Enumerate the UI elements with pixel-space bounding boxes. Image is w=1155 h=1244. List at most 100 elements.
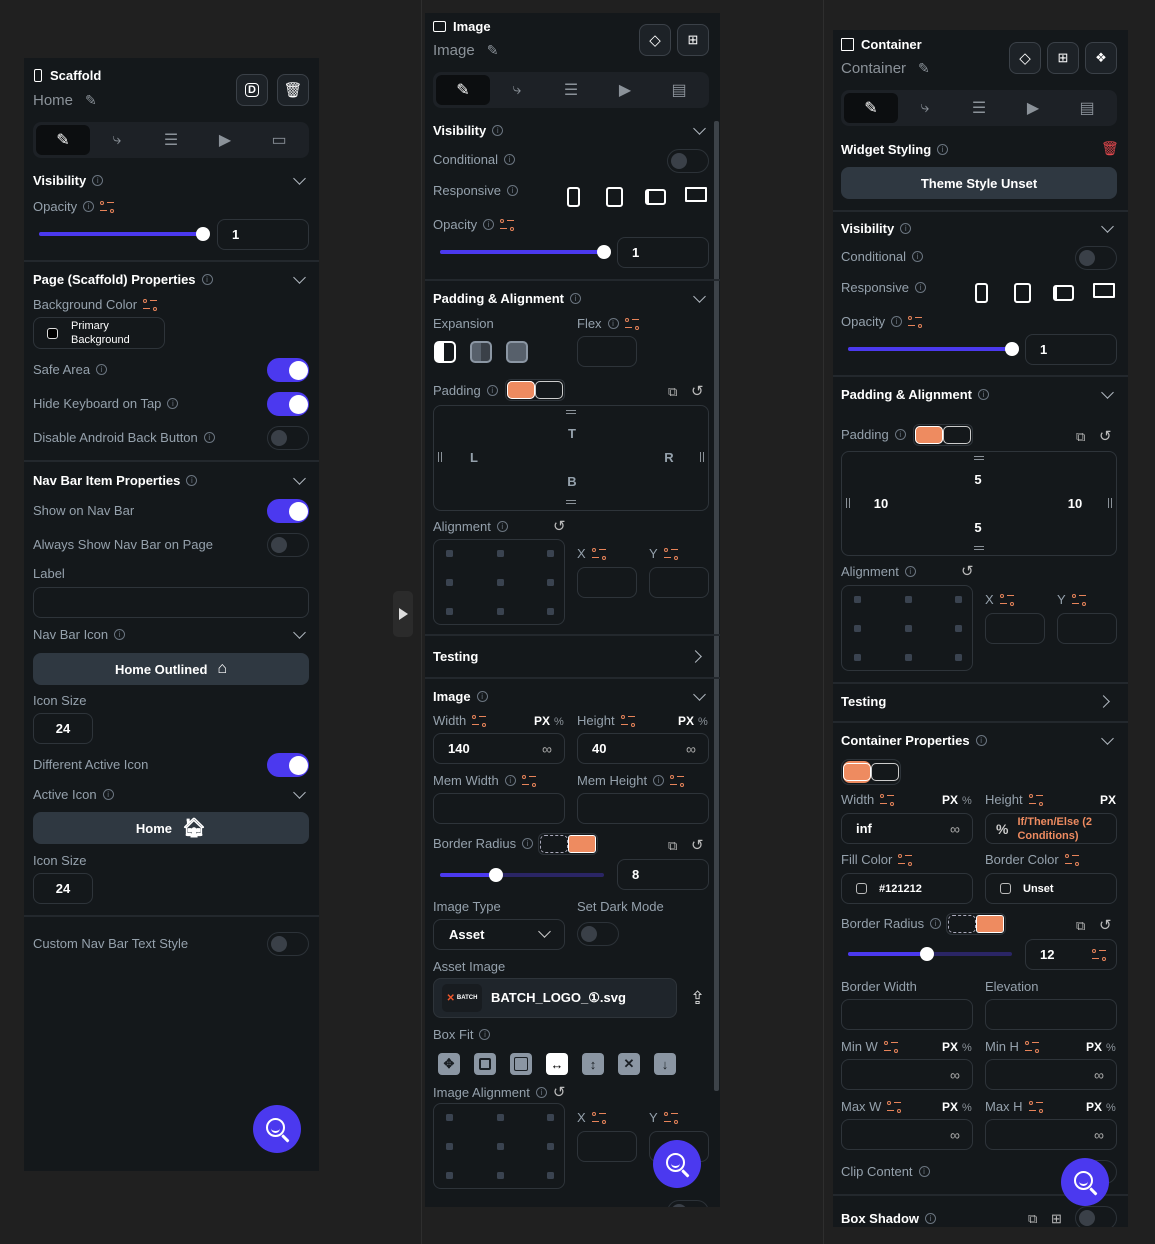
chevron-down-icon[interactable] xyxy=(293,472,306,485)
tab-backend-query[interactable]: ☰ xyxy=(952,93,1006,123)
padding-uniform-icon[interactable] xyxy=(535,381,563,399)
radius-uniform-icon[interactable] xyxy=(976,915,1004,933)
image-type-select[interactable]: Asset xyxy=(433,919,565,950)
tab-animations[interactable]: ▶ xyxy=(198,125,252,155)
section-visibility[interactable]: Visibility i xyxy=(433,123,504,138)
icon-size-input[interactable]: 24 xyxy=(33,713,93,744)
info-icon[interactable]: i xyxy=(522,838,534,849)
tab-backend-query[interactable]: ☰ xyxy=(544,75,598,105)
max-h-unit-toggle[interactable]: PX% xyxy=(1086,1100,1116,1114)
variable-icon[interactable] xyxy=(472,714,487,727)
add-component-button[interactable]: ⊞ xyxy=(677,24,709,56)
chevron-down-icon[interactable] xyxy=(1101,386,1114,399)
reset-icon[interactable]: ↺ xyxy=(553,517,566,535)
variable-icon[interactable] xyxy=(887,1100,902,1113)
info-icon[interactable]: i xyxy=(569,293,581,304)
alignment-dot[interactable] xyxy=(905,654,912,661)
theme-style-button[interactable]: Theme Style Unset xyxy=(841,167,1117,199)
chevron-down-icon[interactable] xyxy=(1101,220,1114,233)
mem-width-input[interactable] xyxy=(433,793,565,824)
alignment-grid[interactable] xyxy=(433,539,565,625)
max-h-input[interactable]: ∞ xyxy=(985,1119,1117,1150)
padding-top-handle[interactable] xyxy=(566,410,576,414)
desktop-visibility-icon[interactable] xyxy=(685,187,707,202)
variable-icon[interactable] xyxy=(1071,593,1086,606)
duplicate-button[interactable]: D xyxy=(236,74,268,106)
section-nav-bar-item[interactable]: Nav Bar Item Properties i xyxy=(33,473,198,488)
align-x-input[interactable] xyxy=(577,567,637,598)
active-icon-picker[interactable]: Home 🏠︎ xyxy=(33,812,309,844)
info-icon[interactable]: i xyxy=(904,566,916,577)
info-icon[interactable]: i xyxy=(486,385,498,396)
partial-toggle[interactable] xyxy=(667,1200,709,1207)
width-unit-toggle[interactable]: PX% xyxy=(942,793,972,807)
copy-icon[interactable]: ⧉ xyxy=(1028,1211,1037,1227)
info-icon[interactable]: i xyxy=(918,1166,930,1177)
padding-bottom-value[interactable]: B xyxy=(557,474,587,489)
variable-icon[interactable] xyxy=(999,593,1014,606)
opacity-input[interactable]: 1 xyxy=(217,219,309,250)
min-h-unit-toggle[interactable]: PX% xyxy=(1086,1040,1116,1054)
variable-icon[interactable] xyxy=(591,547,606,560)
info-icon[interactable]: i xyxy=(114,629,126,640)
search-fab[interactable] xyxy=(653,1140,701,1188)
variable-icon[interactable] xyxy=(883,1040,898,1053)
variable-icon[interactable] xyxy=(591,1111,606,1124)
variable-icon[interactable] xyxy=(521,774,536,787)
info-icon[interactable]: i xyxy=(912,251,924,262)
tab-animations[interactable]: ▶ xyxy=(1006,93,1060,123)
show-nav-toggle[interactable] xyxy=(267,499,309,523)
chevron-down-icon[interactable] xyxy=(693,688,706,701)
variable-icon[interactable] xyxy=(663,1111,678,1124)
upload-icon[interactable]: ⇪ xyxy=(690,988,705,1009)
padding-individual-icon[interactable] xyxy=(507,381,535,399)
safe-area-toggle[interactable] xyxy=(267,358,309,382)
background-color-picker[interactable]: Primary Background xyxy=(33,317,165,349)
section-image[interactable]: Image i xyxy=(433,689,488,704)
tab-page-add[interactable]: ▤ xyxy=(652,75,706,105)
border-radius-input[interactable]: 12 xyxy=(1025,939,1117,970)
info-icon[interactable]: i xyxy=(977,389,989,400)
tablet-visibility-icon[interactable] xyxy=(606,187,623,207)
variable-icon[interactable] xyxy=(1092,948,1106,961)
info-icon[interactable]: i xyxy=(914,282,926,293)
align-y-input[interactable] xyxy=(1057,613,1117,644)
reset-icon[interactable]: ↺ xyxy=(691,836,704,854)
premium-button[interactable]: ◇ xyxy=(639,24,671,56)
image-alignment-grid[interactable] xyxy=(433,1103,565,1189)
variable-icon[interactable] xyxy=(908,315,923,328)
section-padding-alignment[interactable]: Padding & Alignment i xyxy=(841,387,989,402)
infinity-icon[interactable]: ∞ xyxy=(1094,1067,1104,1083)
padding-bottom-handle[interactable] xyxy=(974,546,984,550)
tab-actions[interactable]: ⤷ xyxy=(898,93,952,123)
alignment-dot[interactable] xyxy=(446,1143,453,1150)
border-radius-slider[interactable] xyxy=(440,868,604,882)
infinity-icon[interactable]: ∞ xyxy=(950,1067,960,1083)
alignment-dot[interactable] xyxy=(905,625,912,632)
image-align-x-input[interactable] xyxy=(577,1131,637,1162)
tab-page-folder[interactable]: ▭ xyxy=(252,125,306,155)
padding-individual-icon[interactable] xyxy=(915,426,943,444)
chevron-down-icon[interactable] xyxy=(693,290,706,303)
chevron-down-icon[interactable] xyxy=(693,122,706,135)
variable-icon[interactable] xyxy=(620,714,635,727)
chevron-down-icon[interactable] xyxy=(1101,732,1114,745)
nav-icon-picker[interactable]: Home Outlined ⌂ xyxy=(33,653,309,685)
elevation-input[interactable] xyxy=(985,999,1117,1030)
radius-individual-icon[interactable] xyxy=(540,835,568,853)
padding-right-value[interactable]: R xyxy=(654,450,684,465)
info-icon[interactable]: i xyxy=(937,144,949,155)
alignment-dot[interactable] xyxy=(854,596,861,603)
info-icon[interactable]: i xyxy=(476,691,488,702)
alignment-dot[interactable] xyxy=(497,550,504,557)
boxfit-contain-button[interactable] xyxy=(474,1053,496,1075)
variable-icon[interactable] xyxy=(1028,793,1043,806)
tab-animations[interactable]: ▶ xyxy=(598,75,652,105)
padding-top-handle[interactable] xyxy=(974,456,984,460)
expansion-expanded-button[interactable] xyxy=(506,341,528,363)
fill-color-picker[interactable]: #121212 xyxy=(841,873,973,904)
alignment-dot[interactable] xyxy=(547,579,554,586)
alignment-dot[interactable] xyxy=(446,550,453,557)
boxfit-none-button[interactable]: ✥ xyxy=(438,1053,460,1075)
tablet-landscape-visibility-icon[interactable] xyxy=(645,189,666,205)
